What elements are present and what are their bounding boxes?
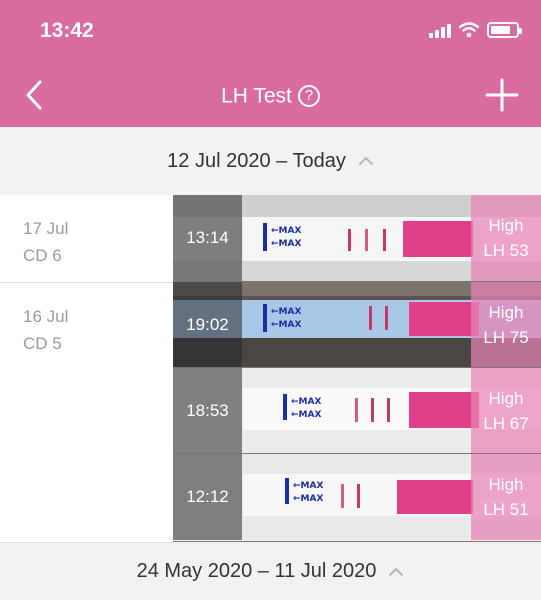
cellular-signal-icon — [429, 22, 451, 38]
test-result: High LH 75 — [471, 282, 541, 367]
chevron-up-icon — [358, 156, 373, 165]
svg-text:←MAX: ←MAX — [293, 481, 323, 491]
cycle-day: CD 5 — [23, 334, 62, 353]
test-time: 19:02 — [173, 282, 242, 367]
page-title: LH Test? — [0, 84, 541, 108]
svg-text:←MAX: ←MAX — [291, 397, 321, 407]
status-time: 13:42 — [40, 19, 94, 42]
svg-text:←MAX: ←MAX — [293, 494, 323, 504]
wifi-icon — [459, 22, 479, 38]
day-label: 16 Jul CD 5 — [0, 283, 173, 543]
status-icons — [429, 22, 522, 38]
add-icon[interactable] — [485, 78, 519, 112]
date-range-label: 24 May 2020 – 11 Jul 2020 — [136, 560, 377, 582]
test-time: 12:12 — [173, 454, 242, 540]
chevron-up-icon — [389, 567, 404, 576]
lh-level: High — [488, 216, 524, 235]
day-date: 17 Jul — [23, 219, 69, 238]
test-time: 13:14 — [173, 195, 242, 281]
test-row[interactable]: ←MAX ←MAX 18:53 High LH 67 — [173, 368, 541, 454]
lh-level: High — [488, 475, 524, 494]
test-result: High LH 51 — [471, 454, 541, 540]
app-header: 13:42 LH Test? — [0, 0, 541, 127]
page-title-text: LH Test — [221, 84, 292, 108]
lh-level: High — [488, 389, 524, 408]
test-row[interactable]: ←MAX ←MAX 13:14 High LH 53 — [173, 195, 541, 282]
test-time: 18:53 — [173, 368, 242, 453]
lh-level: High — [488, 303, 524, 322]
svg-text:←MAX: ←MAX — [271, 307, 301, 317]
lh-value: LH 51 — [483, 500, 529, 519]
day-date: 16 Jul — [23, 307, 69, 326]
date-range-label: 12 Jul 2020 – Today — [167, 149, 346, 172]
date-range-header[interactable]: 24 May 2020 – 11 Jul 2020 — [0, 543, 541, 600]
test-row[interactable]: ←MAX ←MAX 12:12 High LH 51 — [173, 454, 541, 542]
lh-value: LH 53 — [483, 241, 529, 260]
lh-value: LH 75 — [483, 328, 529, 347]
day-label: 17 Jul CD 6 — [0, 195, 173, 283]
svg-text:←MAX: ←MAX — [271, 226, 301, 236]
test-result: High LH 67 — [471, 368, 541, 453]
svg-text:←MAX: ←MAX — [271, 320, 301, 330]
svg-text:←MAX: ←MAX — [291, 410, 321, 420]
test-result: High LH 53 — [471, 195, 541, 281]
help-icon[interactable]: ? — [297, 85, 320, 108]
svg-text:←MAX: ←MAX — [271, 239, 301, 249]
lh-value: LH 67 — [483, 414, 529, 433]
test-row[interactable]: ←MAX ←MAX 19:02 High LH 75 — [173, 282, 541, 368]
date-range-header[interactable]: 12 Jul 2020 – Today — [0, 127, 541, 195]
cycle-day: CD 6 — [23, 246, 62, 265]
battery-icon — [487, 22, 522, 38]
